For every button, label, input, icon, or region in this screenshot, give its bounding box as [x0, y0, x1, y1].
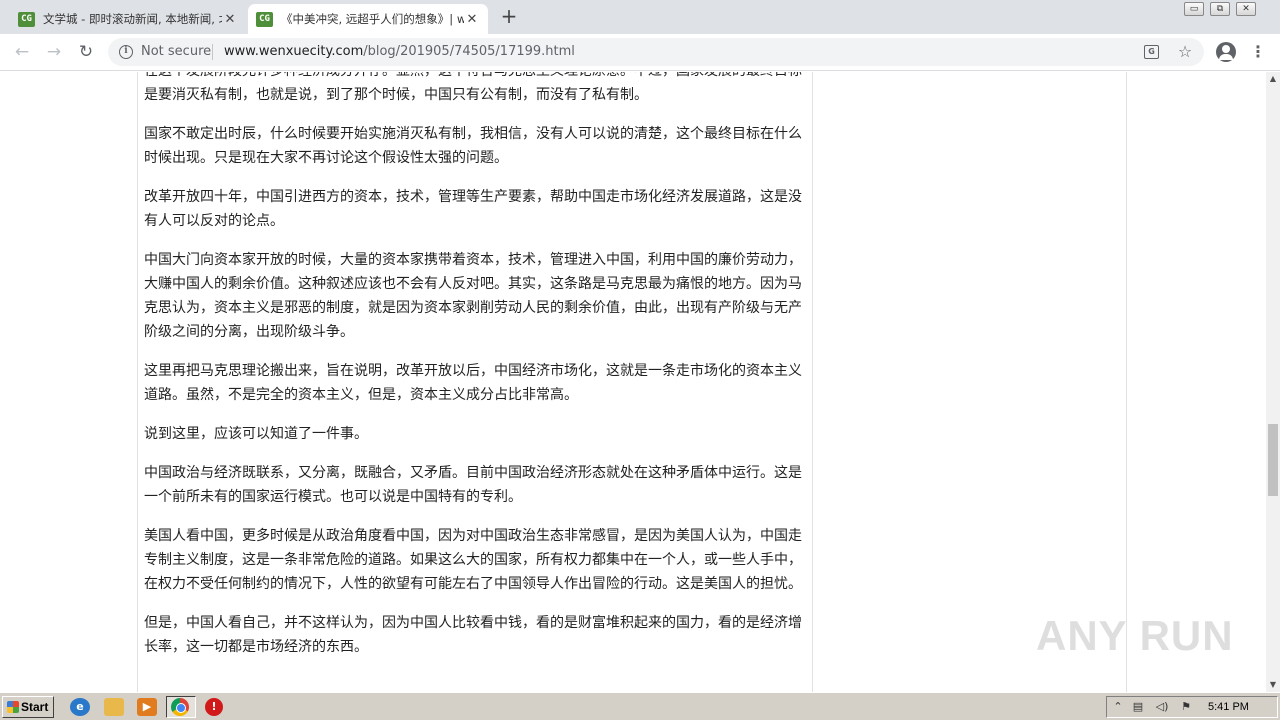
tab-strip: CG 文学城 - 即时滚动新闻, 本地新闻, 北 ✕ CG 《中美冲突, 远超乎…: [0, 0, 1280, 34]
internet-explorer-icon[interactable]: e: [70, 698, 90, 716]
bookmark-star-icon[interactable]: ☆: [1176, 43, 1194, 61]
account-icon[interactable]: [1216, 42, 1236, 62]
content-border-left: [137, 72, 138, 692]
article-paragraph: 国家不敢定出时辰，什么时候要开始实施消灭私有制，我相信，没有人可以说的清楚，这个…: [144, 126, 802, 166]
wenxuecity-favicon-icon: CG: [18, 11, 35, 27]
kebab-menu-icon[interactable]: ⋮: [1250, 41, 1266, 63]
windows-logo-icon: [7, 701, 19, 713]
scrollbar-thumb[interactable]: [1268, 424, 1278, 496]
tray-expand-icon[interactable]: ⌃: [1111, 700, 1125, 714]
close-icon[interactable]: ✕: [222, 11, 238, 27]
reload-icon[interactable]: ↻: [74, 40, 98, 64]
close-window-button[interactable]: ✕: [1236, 2, 1256, 16]
divider: [212, 44, 213, 60]
minimize-button[interactable]: ▭: [1184, 2, 1204, 16]
new-tab-button[interactable]: +: [497, 6, 521, 28]
article-paragraph: 在这个发展阶段允许多种经济成分并存。显然，这不符合马克思主义理论原意。不过，国家…: [144, 72, 802, 103]
scroll-down-arrow-icon[interactable]: ▼: [1266, 678, 1280, 692]
restore-button[interactable]: ⧉: [1210, 2, 1230, 16]
vertical-scrollbar[interactable]: ▲ ▼: [1266, 72, 1280, 692]
forward-arrow-icon[interactable]: →: [42, 40, 66, 64]
flag-icon[interactable]: ⚑: [1179, 700, 1193, 714]
tab-title: 《中美冲突, 远超乎人们的想象》| we: [281, 12, 464, 26]
network-icon[interactable]: ▤: [1131, 700, 1145, 714]
start-label: Start: [21, 700, 49, 714]
page-viewport: 在这个发展阶段允许多种经济成分并存。显然，这不符合马克思主义理论原意。不过，国家…: [0, 72, 1266, 692]
folder-icon[interactable]: [104, 698, 124, 716]
translate-icon[interactable]: G: [1144, 45, 1159, 59]
tab-wenxuecity-home[interactable]: CG 文学城 - 即时滚动新闻, 本地新闻, 北 ✕: [10, 4, 246, 34]
system-tray: ⌃ ▤ ◁) ⚑: [1106, 696, 1278, 718]
address-bar[interactable]: i Not secure www.wenxuecity.com/blog/201…: [108, 38, 1204, 66]
url-host: www.wenxuecity.com: [224, 44, 364, 59]
stop-icon[interactable]: !: [205, 698, 223, 716]
media-player-icon[interactable]: ▶: [137, 698, 157, 716]
url-path: /blog/201905/74505/17199.html: [363, 44, 575, 59]
article-paragraph: 中国政治与经济既联系，又分离，既融合，又矛盾。目前中国政治经济形态就处在这种矛盾…: [144, 465, 802, 505]
start-button[interactable]: Start: [2, 696, 54, 718]
wenxuecity-favicon-icon: CG: [256, 11, 273, 27]
security-label: Not secure: [141, 44, 212, 59]
article-paragraph: 美国人看中国，更多时候是从政治角度看中国，因为对中国政治生态非常感冒，是因为美国…: [144, 528, 802, 592]
article-paragraph: 中国大门向资本家开放的时候，大量的资本家携带着资本，技术，管理进入中国，利用中国…: [144, 252, 802, 340]
scroll-up-arrow-icon[interactable]: ▲: [1266, 72, 1280, 86]
back-arrow-icon[interactable]: ←: [10, 40, 34, 64]
article-paragraph: 说到这里，应该可以知道了一件事。: [144, 426, 368, 442]
browser-toolbar: ← → ↻ i Not secure www.wenxuecity.com/bl…: [0, 34, 1280, 71]
content-border-right: [812, 72, 813, 692]
anyrun-watermark: ANY RUN: [1036, 612, 1234, 659]
article-body: 在这个发展阶段允许多种经济成分并存。显然，这不符合马克思主义理论原意。不过，国家…: [144, 72, 808, 674]
tab-article[interactable]: CG 《中美冲突, 远超乎人们的想象》| we ✕: [248, 4, 488, 34]
url-text[interactable]: www.wenxuecity.com/blog/201905/74505/171…: [224, 44, 575, 59]
article-paragraph: 这里再把马克思理论搬出来，旨在说明，改革开放以后，中国经济市场化，这就是一条走市…: [144, 363, 802, 403]
info-icon[interactable]: i: [119, 45, 133, 59]
clock[interactable]: 5:41 PM: [1208, 701, 1249, 713]
volume-icon[interactable]: ◁): [1155, 700, 1169, 714]
article-paragraph: 但是，中国人看自己，并不这样认为，因为中国人比较看中钱，看的是财富堆积起来的国力…: [144, 615, 802, 655]
article-paragraph: 改革开放四十年，中国引进西方的资本，技术，管理等生产要素，帮助中国走市场化经济发…: [144, 189, 802, 229]
windows-taskbar: Start e ▶ ! ⌃ ▤ ◁) ⚑ 5:41 PM: [0, 692, 1280, 720]
close-icon[interactable]: ✕: [464, 11, 480, 27]
tab-title: 文学城 - 即时滚动新闻, 本地新闻, 北: [43, 12, 222, 26]
chrome-icon[interactable]: [171, 698, 189, 716]
sidebar-border-right: [1126, 72, 1127, 692]
